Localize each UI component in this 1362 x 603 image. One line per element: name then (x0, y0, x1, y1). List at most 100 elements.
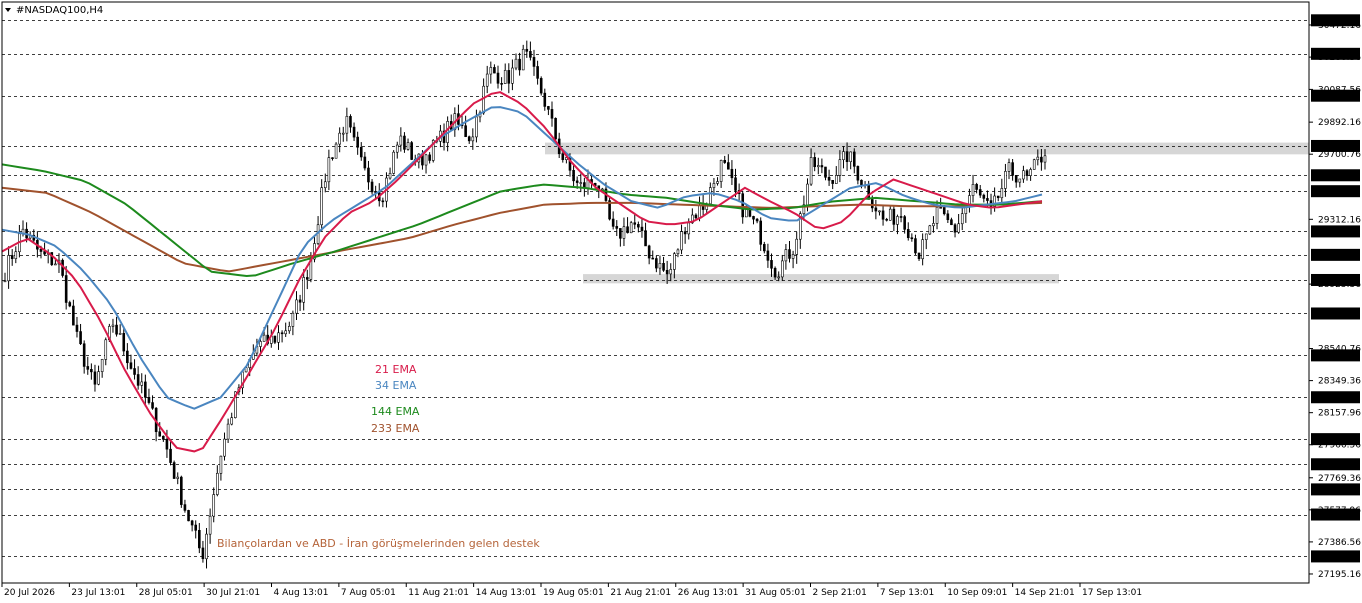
candle-body (914, 238, 917, 254)
candle-body (867, 184, 870, 200)
price-level-tag-label: 28250.00 (1316, 393, 1359, 403)
candle-body (806, 183, 809, 206)
candle-body (781, 260, 784, 278)
candle-body (273, 335, 277, 343)
candle-body (529, 51, 532, 58)
candle-body (849, 151, 852, 162)
candle-body (277, 332, 280, 343)
candle-body (1018, 178, 1022, 183)
candle-body (680, 231, 683, 251)
symbol-title: #NASDAQ100,H4 (16, 5, 103, 16)
candle-body (644, 230, 647, 247)
candle-body (1007, 162, 1011, 172)
candle-body (687, 222, 691, 235)
candle-body (619, 228, 622, 239)
candle-body (1032, 159, 1036, 170)
candle-body (953, 224, 957, 233)
candle-body (547, 106, 550, 110)
candle-body (971, 184, 975, 196)
price-level-tag-label: 27850.00 (1316, 460, 1359, 470)
candle-body (723, 159, 727, 163)
legend-ema-21: 21 EMA (375, 363, 417, 376)
candle-body (370, 181, 374, 193)
candle-body (791, 254, 795, 259)
candle-body (363, 156, 367, 169)
candle-body (403, 135, 406, 150)
candle-body (665, 269, 669, 275)
price-level-tag-label: 27700.00 (1316, 485, 1359, 495)
price-tick-label: 29312.16 (1318, 215, 1361, 225)
candle-body (349, 116, 352, 128)
candle-body (86, 366, 90, 370)
price-level-tag-label: 30300.00 (1316, 50, 1359, 60)
candle-body (763, 244, 766, 252)
plot-frame (1, 1, 1310, 584)
candle-body (356, 136, 359, 148)
candle-body (960, 213, 964, 225)
candle-body (924, 233, 928, 240)
price-tick-label: 28157.96 (1318, 409, 1361, 419)
candle-body (651, 257, 655, 260)
candle-body (856, 166, 860, 181)
candle-body (903, 216, 906, 230)
candle-body (709, 187, 712, 205)
candle-body (852, 151, 856, 167)
candle-body (1004, 171, 1007, 189)
candle-body (381, 200, 385, 203)
candle-body (946, 213, 950, 221)
price-level-tag-label: 30500.00 (1316, 16, 1359, 26)
candle-body (136, 374, 140, 386)
resistance-zone (545, 142, 1309, 155)
candle-body (950, 219, 953, 226)
candle-body (809, 157, 813, 185)
candle-body (424, 154, 428, 166)
candle-body (176, 476, 180, 479)
candle-body (467, 136, 471, 142)
candle-body (741, 193, 745, 218)
candle-body (662, 263, 665, 271)
candle-body (388, 173, 392, 179)
candle-body (115, 324, 118, 335)
time-tick-label: 11 Aug 21:01 (408, 588, 469, 598)
candle-body (795, 238, 798, 255)
candle-body (982, 194, 986, 199)
time-axis[interactable]: 20 Jul 2026 23 Jul 13:01 28 Jul 05:01 30 Ju… (1, 583, 1142, 598)
candle-body (194, 524, 198, 531)
candle-body (842, 151, 845, 161)
candle-body (126, 350, 129, 364)
candle-body (935, 206, 939, 224)
candle-body (550, 109, 554, 119)
candle-body (1022, 170, 1025, 180)
candle-body (144, 381, 147, 398)
candle-body (338, 132, 341, 145)
candle-body (305, 277, 309, 280)
price-gridlines (2, 20, 1309, 557)
candle-body (640, 226, 644, 231)
candle-body (539, 78, 543, 94)
candle-body (1025, 170, 1029, 176)
price-tick-label: 27195.16 (1318, 570, 1361, 580)
candle-body (838, 159, 842, 176)
candle-body (845, 151, 849, 162)
candle-body (284, 330, 287, 335)
candle-body (295, 299, 298, 314)
candle-body (928, 225, 932, 235)
time-tick-label: 31 Aug 05:01 (745, 588, 806, 598)
triangle-down-icon[interactable] (5, 8, 11, 12)
candle-body (230, 417, 234, 425)
candle-body (834, 175, 838, 184)
candle-body (683, 231, 687, 235)
candle-body (536, 66, 539, 79)
candle-body (532, 57, 536, 67)
price-chart[interactable]: #NASDAQ100,H4 21 EMA 34 EMA 144 EMA 233 … (0, 0, 1362, 603)
candle-body (79, 331, 82, 345)
candle-body (629, 222, 633, 234)
candle-body (637, 224, 640, 228)
candle-body (111, 324, 115, 327)
candle-body (942, 207, 946, 215)
candle-body (719, 159, 723, 182)
candle-body (262, 334, 266, 342)
price-axis[interactable]: 30472.1630280.3630087.5629892.1629700.76… (1309, 14, 1361, 580)
candle-body (392, 151, 395, 174)
candle-body (226, 423, 230, 440)
